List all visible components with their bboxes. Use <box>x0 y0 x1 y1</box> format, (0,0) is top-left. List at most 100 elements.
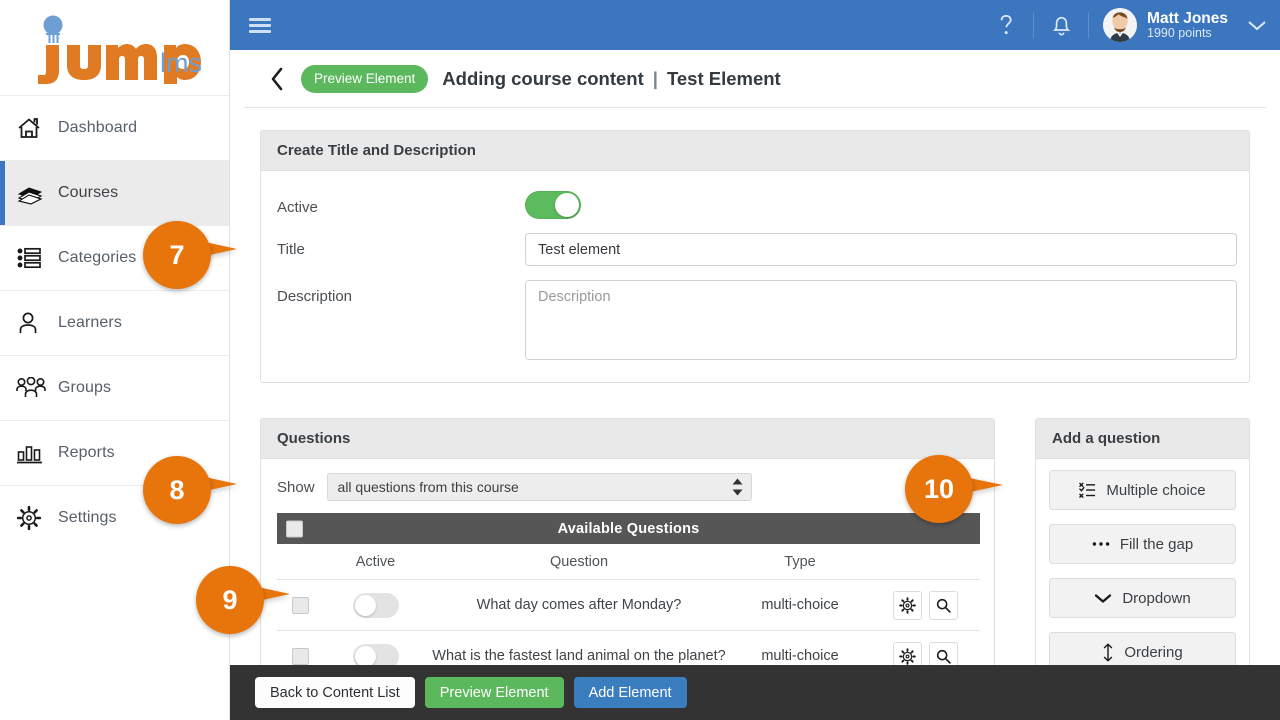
callout-number: 10 <box>905 455 973 523</box>
show-label: Show <box>277 478 315 496</box>
available-questions-table: Available Questions Active Question Type… <box>277 513 980 665</box>
row-active-toggle[interactable] <box>352 643 399 665</box>
row-question-type: multi-choice <box>761 648 839 664</box>
active-row: Active <box>261 171 1249 233</box>
show-filter-row: Show all questions from this course <box>261 459 994 513</box>
callout-badge-10: 10 <box>905 455 1003 523</box>
toggle-knob <box>354 594 376 616</box>
table-title: Available Questions <box>557 520 700 537</box>
breadcrumb: Preview Element Adding course content | … <box>230 50 1280 108</box>
gear-icon <box>16 505 58 531</box>
back-to-content-list-button[interactable]: Back to Content List <box>255 677 415 708</box>
button-label: Multiple choice <box>1106 481 1206 499</box>
callout-badge-7: 7 <box>143 221 237 289</box>
add-element-button[interactable]: Add Element <box>573 677 687 708</box>
app-root: lms Dashboard Courses Categories Learner… <box>0 0 1280 720</box>
search-icon[interactable] <box>928 641 958 665</box>
table-column-headers: Active Question Type <box>277 544 980 580</box>
preview-element-pill[interactable]: Preview Element <box>301 65 429 93</box>
chevron-down-icon <box>1094 593 1112 604</box>
col-header-question: Question <box>549 553 609 570</box>
description-label: Description <box>277 288 353 305</box>
row-question-text: What is the fastest land animal on the p… <box>432 648 726 664</box>
button-label: Ordering <box>1124 643 1183 661</box>
create-title-description-card: Create Title and Description Active Titl… <box>260 130 1250 383</box>
toggle-knob <box>555 193 579 217</box>
bell-icon[interactable] <box>1034 0 1088 50</box>
ordering-button[interactable]: Ordering <box>1049 632 1236 665</box>
table-row: What day comes after Monday? multi-choic… <box>277 580 980 631</box>
row-checkbox[interactable] <box>291 596 309 614</box>
top-header-bar: Matt Jones 1990 points <box>230 0 1280 50</box>
title-row: Title <box>261 233 1249 280</box>
callout-number: 9 <box>196 566 264 634</box>
show-select-value: all questions from this course <box>326 473 752 501</box>
sidebar-item-label: Courses <box>58 184 119 201</box>
sidebar-item-learners[interactable]: Learners <box>0 290 229 355</box>
preview-element-button[interactable]: Preview Element <box>424 677 564 708</box>
logo[interactable]: lms <box>0 0 229 95</box>
sidebar-item-label: Categories <box>58 249 137 266</box>
active-toggle[interactable] <box>525 191 581 219</box>
hamburger-icon[interactable] <box>230 0 290 50</box>
row-checkbox[interactable] <box>291 647 309 665</box>
col-header-type: Type <box>784 553 816 570</box>
question-mark-icon[interactable] <box>979 0 1033 50</box>
select-all-checkbox[interactable] <box>286 520 303 537</box>
user-info: Matt Jones 1990 points <box>1147 10 1228 41</box>
breadcrumb-separator: | <box>652 68 658 89</box>
show-select[interactable]: all questions from this course <box>326 473 752 501</box>
sidebar-item-label: Groups <box>58 379 112 396</box>
callout-number: 8 <box>143 456 211 524</box>
sidebar-item-groups[interactable]: Groups <box>0 355 229 420</box>
sidebar-item-label: Settings <box>58 509 117 526</box>
table-row: What is the fastest land animal on the p… <box>277 631 980 665</box>
add-question-card: Add a question Multiple choice Fill the … <box>1035 418 1250 665</box>
col-header-active: Active <box>355 553 396 570</box>
callout-number: 7 <box>143 221 211 289</box>
chevron-down-icon[interactable] <box>1234 0 1280 50</box>
add-question-buttons: Multiple choice Fill the gap Dropdown Or… <box>1036 459 1249 665</box>
user-menu[interactable]: Matt Jones 1990 points <box>1089 0 1234 50</box>
home-icon <box>16 116 58 140</box>
updown-arrow-icon <box>1102 643 1114 662</box>
callout-badge-9: 9 <box>196 566 290 634</box>
callout-badge-8: 8 <box>143 456 237 524</box>
sidebar-item-label: Dashboard <box>58 119 138 136</box>
checklist-icon <box>1079 482 1096 499</box>
button-label: Dropdown <box>1122 589 1191 607</box>
toggle-knob <box>354 645 376 665</box>
updown-arrow-icon <box>732 478 743 496</box>
page-subtitle: Test Element <box>666 68 781 89</box>
settings-icon[interactable] <box>892 590 922 620</box>
description-row: Description <box>261 280 1249 382</box>
title-input[interactable] <box>525 233 1237 266</box>
active-label: Active <box>277 199 318 216</box>
users-icon <box>16 377 58 399</box>
description-textarea[interactable] <box>525 280 1237 360</box>
settings-icon[interactable] <box>892 641 922 665</box>
card-header: Questions <box>261 419 994 459</box>
questions-card: Questions Show all questions from this c… <box>260 418 995 665</box>
user-points: 1990 points <box>1147 25 1212 40</box>
user-name: Matt Jones <box>1147 9 1228 27</box>
button-label: Fill the gap <box>1119 535 1194 553</box>
bottom-action-bar: Back to Content List Preview Element Add… <box>230 665 1280 720</box>
title-label: Title <box>277 241 305 258</box>
svg-text:lms: lms <box>160 48 202 78</box>
page-title: Adding course content <box>442 68 644 89</box>
dropdown-button[interactable]: Dropdown <box>1049 578 1236 618</box>
table-header: Available Questions <box>277 513 980 544</box>
books-icon <box>16 181 58 205</box>
sidebar-item-dashboard[interactable]: Dashboard <box>0 95 229 160</box>
user-icon <box>16 311 58 335</box>
card-header: Create Title and Description <box>261 131 1249 171</box>
ellipsis-icon <box>1092 540 1110 548</box>
bar-chart-icon <box>16 442 58 464</box>
search-icon[interactable] <box>928 590 958 620</box>
multiple-choice-button[interactable]: Multiple choice <box>1049 470 1236 510</box>
sidebar-item-courses[interactable]: Courses <box>0 160 229 225</box>
row-active-toggle[interactable] <box>352 592 399 618</box>
fill-the-gap-button[interactable]: Fill the gap <box>1049 524 1236 564</box>
chevron-left-icon[interactable] <box>262 64 292 94</box>
